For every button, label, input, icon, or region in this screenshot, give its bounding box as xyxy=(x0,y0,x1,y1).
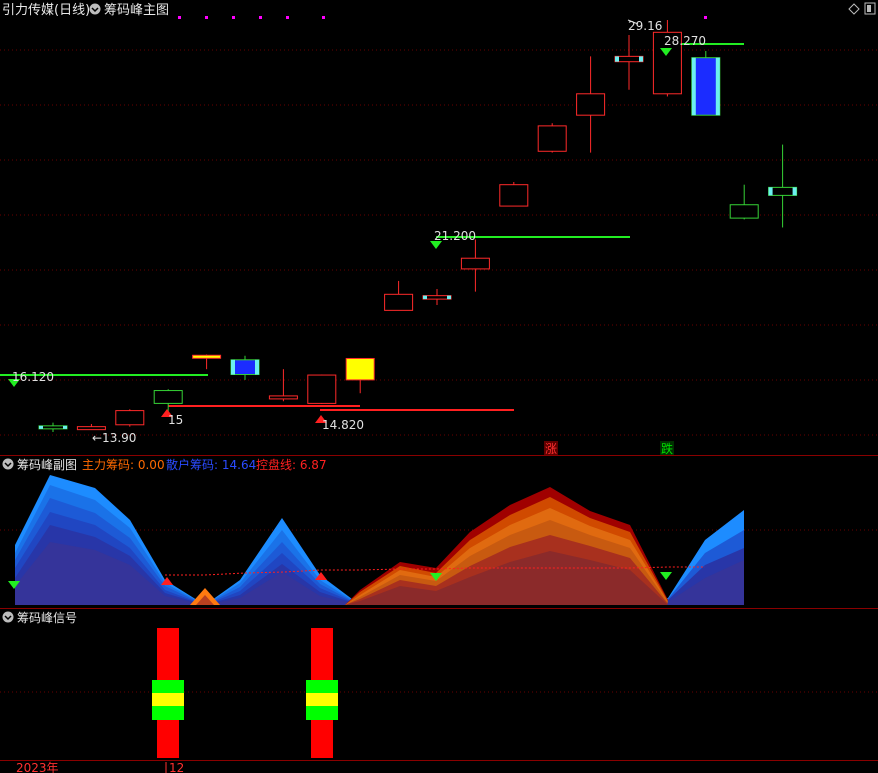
candle[interactable] xyxy=(115,409,145,427)
diamond-icon[interactable] xyxy=(848,3,860,15)
chevron-down-icon[interactable] xyxy=(2,611,14,623)
sub-chart-name[interactable]: 筹码峰副图 xyxy=(17,458,77,472)
signal-bar xyxy=(306,628,338,758)
legend-main-chips: 主力筹码: 0.00 xyxy=(82,458,165,472)
candle[interactable] xyxy=(460,239,490,292)
window-icon[interactable] xyxy=(864,2,876,15)
candle-body xyxy=(576,93,606,116)
candle-edge xyxy=(792,187,797,196)
candle-body xyxy=(729,204,759,219)
candle-body xyxy=(307,374,337,404)
candle-body xyxy=(614,55,644,63)
candle[interactable] xyxy=(345,357,375,394)
candle-body xyxy=(384,293,414,311)
annotations: 16.120 ←13.90 15 14.820 21.200 28.270 29… xyxy=(12,19,706,445)
down-tag: 跌 xyxy=(661,441,673,456)
candle-edge xyxy=(447,295,451,300)
candle-edge xyxy=(615,56,619,62)
candle[interactable] xyxy=(38,422,68,432)
candle[interactable] xyxy=(268,369,298,402)
xaxis-year-label: 2023年 xyxy=(16,761,59,773)
signal-chart-header: 筹码峰信号 xyxy=(2,611,77,625)
candle[interactable] xyxy=(230,355,260,380)
candle[interactable] xyxy=(76,423,106,431)
candle-body xyxy=(345,357,375,381)
candle-edge xyxy=(63,425,67,429)
candle-edge xyxy=(768,187,773,196)
candle[interactable] xyxy=(576,56,606,153)
candle-body xyxy=(499,184,529,207)
price-label: 16.120 xyxy=(12,370,54,384)
candle-body xyxy=(422,295,452,300)
candle-edge xyxy=(715,57,720,116)
signal-bar xyxy=(152,628,184,758)
sub-chart-header: 筹码峰副图 主力筹码: 0.00 散户筹码: 14.64 控盘线: 6.87 xyxy=(2,457,327,472)
candle[interactable] xyxy=(614,34,644,90)
price-label: 14.820 xyxy=(322,418,364,432)
up-tag: 涨 xyxy=(545,441,557,456)
indicator-name[interactable]: 筹码峰主图 xyxy=(104,2,169,18)
candle-body xyxy=(460,257,490,270)
candle[interactable] xyxy=(192,354,222,370)
candles-group xyxy=(38,20,798,432)
candle-body xyxy=(76,426,106,431)
candle[interactable] xyxy=(691,51,721,116)
candle-body xyxy=(268,395,298,400)
candle-body xyxy=(230,359,260,376)
candle-body xyxy=(192,354,222,359)
chevron-down-icon[interactable] xyxy=(2,458,14,470)
candle-body xyxy=(768,186,798,196)
candle-edge xyxy=(639,56,643,62)
price-label: 29.16 xyxy=(628,19,662,33)
price-label: 28.270 xyxy=(664,34,706,48)
candle-edge xyxy=(255,359,259,375)
tags: 涨 跌 xyxy=(544,441,674,456)
candle[interactable] xyxy=(499,182,529,207)
chart-canvas: 引力传媒(日线) 筹码峰主图 16.120 ←13.90 15 14.820 2… xyxy=(0,2,878,773)
chevron-down-icon[interactable] xyxy=(89,3,101,15)
candle[interactable] xyxy=(307,374,337,404)
xaxis-month-label: 12 xyxy=(169,761,184,773)
price-label: 15 xyxy=(168,413,183,427)
legend-control-line: 控盘线: 6.87 xyxy=(256,457,327,472)
candle[interactable] xyxy=(422,288,452,306)
candle-body xyxy=(38,425,68,430)
legend-retail-chips: 散户筹码: 14.64 xyxy=(166,457,256,472)
candle[interactable] xyxy=(153,389,183,412)
price-label: 21.200 xyxy=(434,229,476,243)
header: 引力传媒(日线) 筹码峰主图 xyxy=(2,2,876,19)
signal-chart-name[interactable]: 筹码峰信号 xyxy=(17,611,77,625)
candle-edge xyxy=(39,425,43,429)
candle-body xyxy=(537,125,567,152)
candle-edge xyxy=(423,295,427,300)
candle-edge xyxy=(231,359,235,375)
price-label: ←13.90 xyxy=(92,431,136,445)
candle[interactable] xyxy=(537,123,567,153)
level-lines xyxy=(0,43,744,411)
candle-body xyxy=(153,390,183,404)
candle-body xyxy=(691,57,721,116)
candle[interactable] xyxy=(729,184,759,220)
candle[interactable] xyxy=(384,280,414,311)
down-arrow-icon xyxy=(660,572,672,580)
stock-title[interactable]: 引力传媒(日线) xyxy=(2,3,90,18)
candle-body xyxy=(115,410,145,426)
candle-edge xyxy=(691,57,696,116)
main-markers xyxy=(8,48,672,423)
